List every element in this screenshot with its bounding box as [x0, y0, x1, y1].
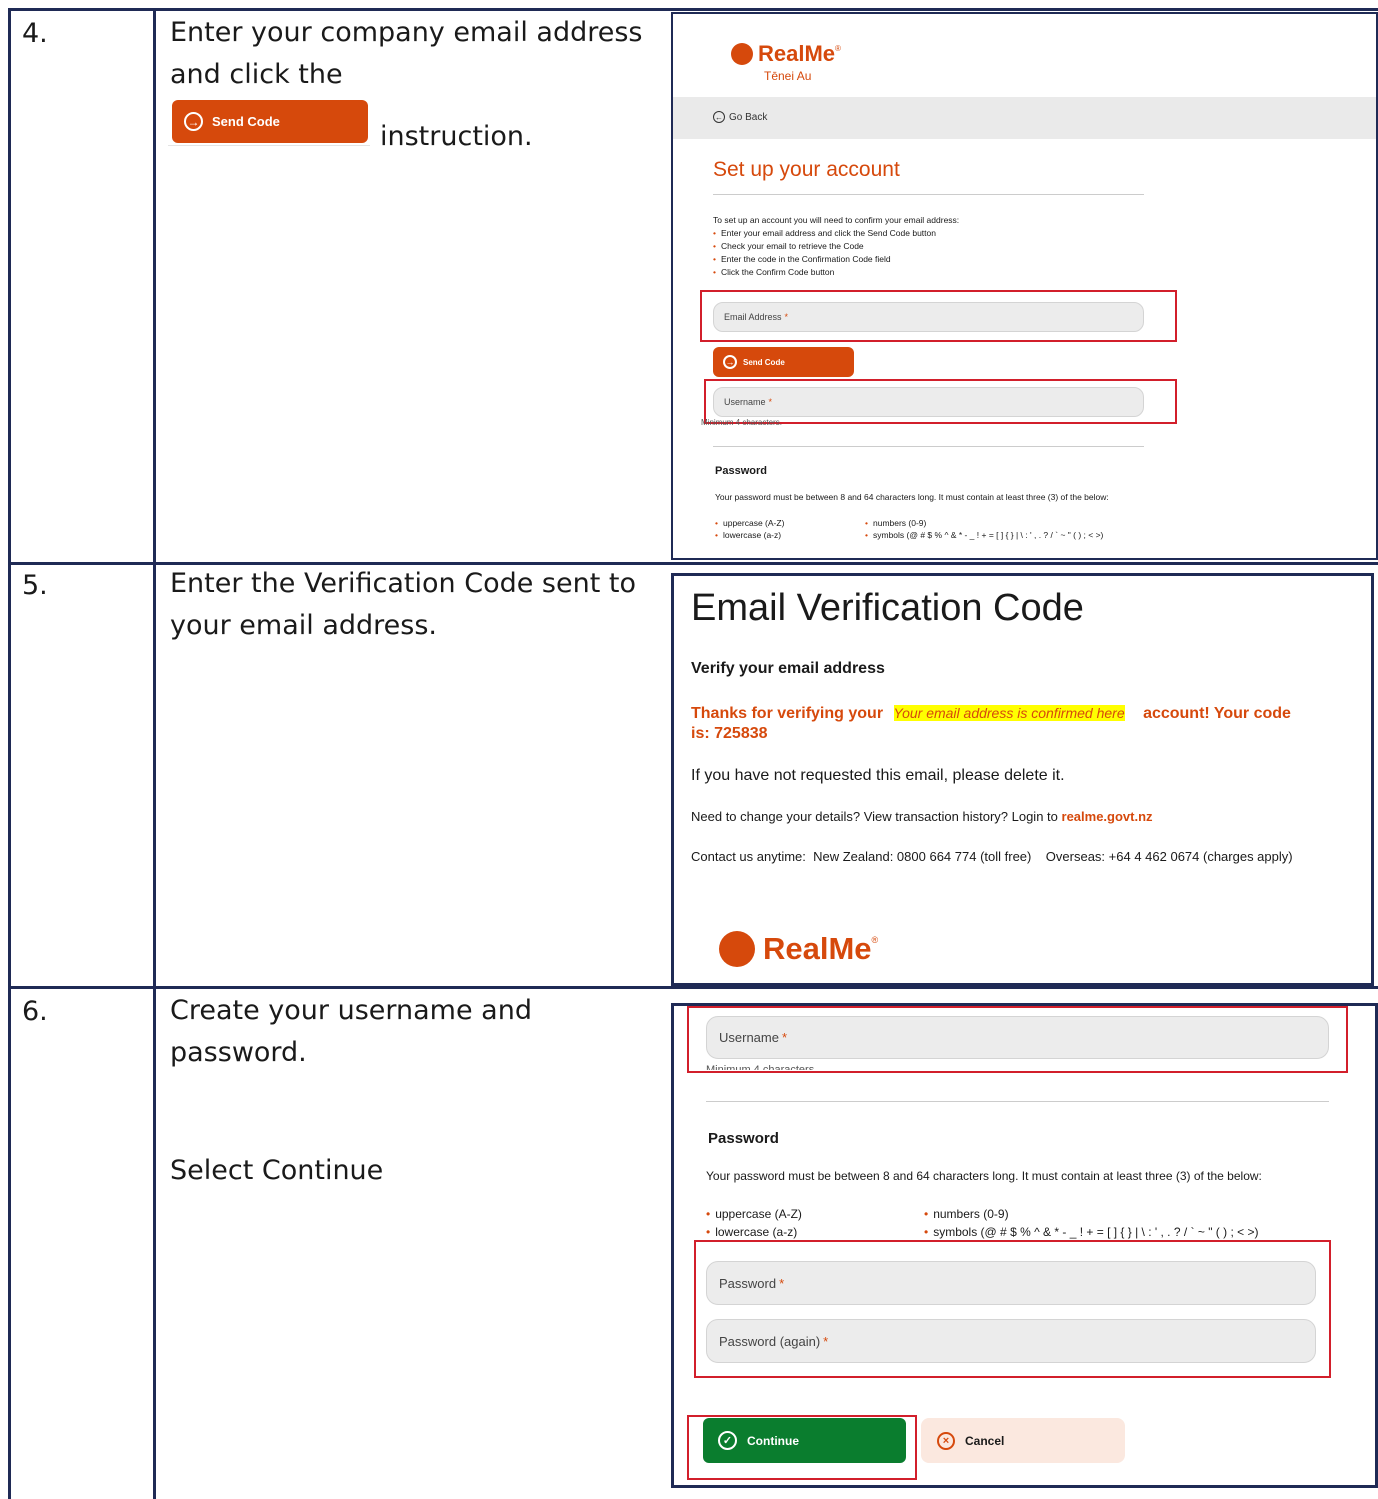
list-item: • lowercase (a-z)	[706, 1225, 798, 1239]
rules-right: • numbers (0-9) • symbols (@ # $ % ^ & * -…	[924, 1205, 1258, 1241]
close-circle-icon: ×	[937, 1431, 955, 1450]
email-field[interactable]: Email Address *	[713, 302, 1144, 332]
step-instruction: Create your username and password.	[170, 995, 532, 1068]
not-requested-text: If you have not requested this email, pl…	[691, 767, 1065, 784]
list-item: • symbols (@ # $ % ^ & * - _ ! + = [ ] { …	[865, 530, 1104, 540]
divider	[713, 446, 1144, 447]
check-circle-icon: ✓	[718, 1431, 737, 1450]
password-again-field[interactable]: Password (again) *	[706, 1319, 1316, 1363]
table-top-border	[8, 8, 1378, 11]
divider	[168, 145, 370, 146]
rules-left: • uppercase (A-Z) • lowercase (a-z)	[706, 1205, 802, 1241]
list-item: • Check your email to retrieve the Code	[713, 241, 864, 251]
list-item: • uppercase (A-Z)	[715, 518, 785, 528]
username-field[interactable]: Username *	[713, 387, 1144, 417]
step-instruction: Enter the Verification Code sent to your…	[170, 568, 637, 641]
arrow-right-icon: →	[723, 355, 737, 369]
realme-link[interactable]: realme.govt.nz	[1062, 809, 1153, 824]
realme-logo: RealMe ®	[731, 41, 841, 67]
password-rules: Your password must be between 8 and 64 c…	[715, 492, 1109, 502]
email-address-highlight: Your email address is confirmed here	[893, 705, 1125, 721]
email-subtitle: Verify your email address	[691, 660, 885, 677]
step-number: 4.	[22, 18, 48, 49]
list-item: • uppercase (A-Z)	[706, 1207, 802, 1221]
list-item: • symbols (@ # $ % ^ & * - _ ! + = [ ] { …	[924, 1225, 1259, 1239]
list-item: • numbers (0-9)	[865, 518, 927, 528]
intro-text: To set up an account you will need to co…	[713, 215, 960, 225]
list-item: • Enter the code in the Confirmation Code…	[713, 254, 891, 264]
step-instruction: Enter your company email address and cli…	[170, 12, 650, 96]
realme-logo-icon	[719, 931, 755, 967]
table-left-border	[8, 8, 11, 1499]
go-back-link[interactable]: ← Go Back	[713, 111, 767, 123]
username-field[interactable]: Username *	[706, 1016, 1329, 1059]
rules-left: • uppercase (A-Z) • lowercase (a-z)	[715, 517, 784, 541]
verification-message: Thanks for verifying your Your email add…	[691, 705, 1291, 722]
change-details-text: Need to change your details? View transa…	[691, 809, 1153, 824]
step-instruction-continue: Select Continue	[170, 1155, 384, 1186]
realme-logo-icon	[731, 43, 753, 65]
go-back-bar	[673, 97, 1376, 139]
instruction-text: Enter your company email address and cli…	[170, 17, 643, 90]
step-number: 6.	[22, 996, 48, 1027]
rules-right: • numbers (0-9) • symbols (@ # $ % ^ & * -…	[865, 517, 1103, 541]
realme-logo: RealMe ®	[719, 931, 878, 967]
create-credentials-screenshot: Username * Minimum 4 characters Password …	[671, 1003, 1378, 1488]
list-item: • numbers (0-9)	[924, 1207, 1009, 1221]
password-heading: Password	[715, 465, 767, 477]
arrow-left-icon: ←	[713, 111, 725, 123]
inline-send-code-label: Send Code	[212, 114, 280, 129]
contact-text: Contact us anytime: New Zealand: 0800 66…	[691, 849, 1293, 864]
username-hint: Minimum 4 characters.	[701, 418, 782, 427]
realme-tagline: Tēnei Au	[764, 69, 812, 83]
list-item: • Click the Confirm Code button	[713, 267, 835, 277]
table-column-divider	[153, 8, 156, 1499]
list-item: • lowercase (a-z)	[715, 530, 782, 540]
divider	[706, 1101, 1329, 1102]
send-code-button[interactable]: → Send Code	[713, 347, 854, 377]
setup-account-screenshot: RealMe ® Tēnei Au ← Go Back Set up your …	[671, 12, 1378, 560]
divider	[713, 194, 1144, 195]
continue-button[interactable]: ✓ Continue	[703, 1418, 906, 1463]
password-field[interactable]: Password *	[706, 1261, 1316, 1305]
password-rules: Your password must be between 8 and 64 c…	[706, 1169, 1262, 1183]
verification-code: is: 725838	[691, 725, 768, 742]
email-title: Email Verification Code	[691, 587, 1084, 629]
inline-send-code-button: → Send Code	[172, 100, 368, 143]
page-title: Set up your account	[713, 158, 900, 181]
instruction-list: • Enter your email address and click the …	[713, 227, 936, 279]
step-number: 5.	[22, 570, 48, 601]
cancel-button[interactable]: × Cancel	[921, 1418, 1125, 1463]
table-row-divider	[8, 986, 1378, 989]
username-hint: Minimum 4 characters	[706, 1064, 815, 1070]
list-item: • Enter your email address and click the …	[713, 228, 936, 238]
email-verification-screenshot: Email Verification Code Verify your emai…	[671, 573, 1374, 986]
instruction-text-post: instruction.	[380, 121, 533, 152]
password-heading: Password	[708, 1130, 779, 1147]
arrow-right-icon: →	[184, 112, 203, 131]
